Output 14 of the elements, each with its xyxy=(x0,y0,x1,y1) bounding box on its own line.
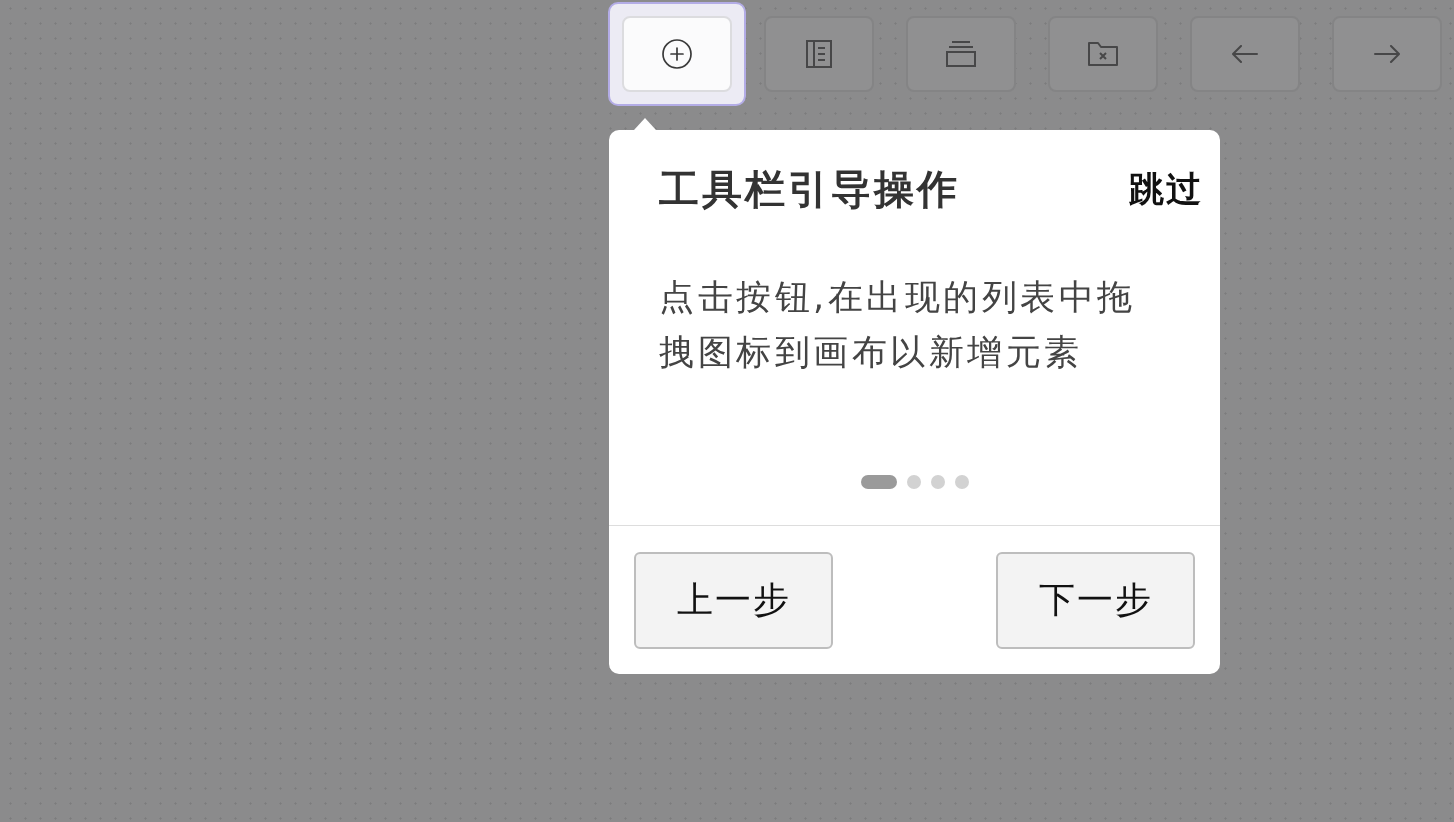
arrow-left-icon xyxy=(1232,45,1258,63)
previous-step-button[interactable]: 上一步 xyxy=(634,552,833,649)
toolbar-button[interactable] xyxy=(906,16,1016,92)
toolbar-button[interactable] xyxy=(1048,16,1158,92)
skip-button[interactable]: 跳过 xyxy=(1129,167,1203,211)
arrow-right-icon xyxy=(1374,45,1400,63)
plus-circle-icon xyxy=(662,39,692,69)
guide-title: 工具栏引导操作 xyxy=(659,165,960,213)
notebook-icon xyxy=(806,40,832,68)
folder-x-icon xyxy=(1088,42,1118,66)
toolbar-button[interactable] xyxy=(764,16,874,92)
stack-icon xyxy=(946,41,976,67)
next-step-button[interactable]: 下一步 xyxy=(996,552,1195,649)
guide-description: 点击按钮,在出现的列表中拖拽图标到画布以新增元素 xyxy=(659,276,1137,374)
